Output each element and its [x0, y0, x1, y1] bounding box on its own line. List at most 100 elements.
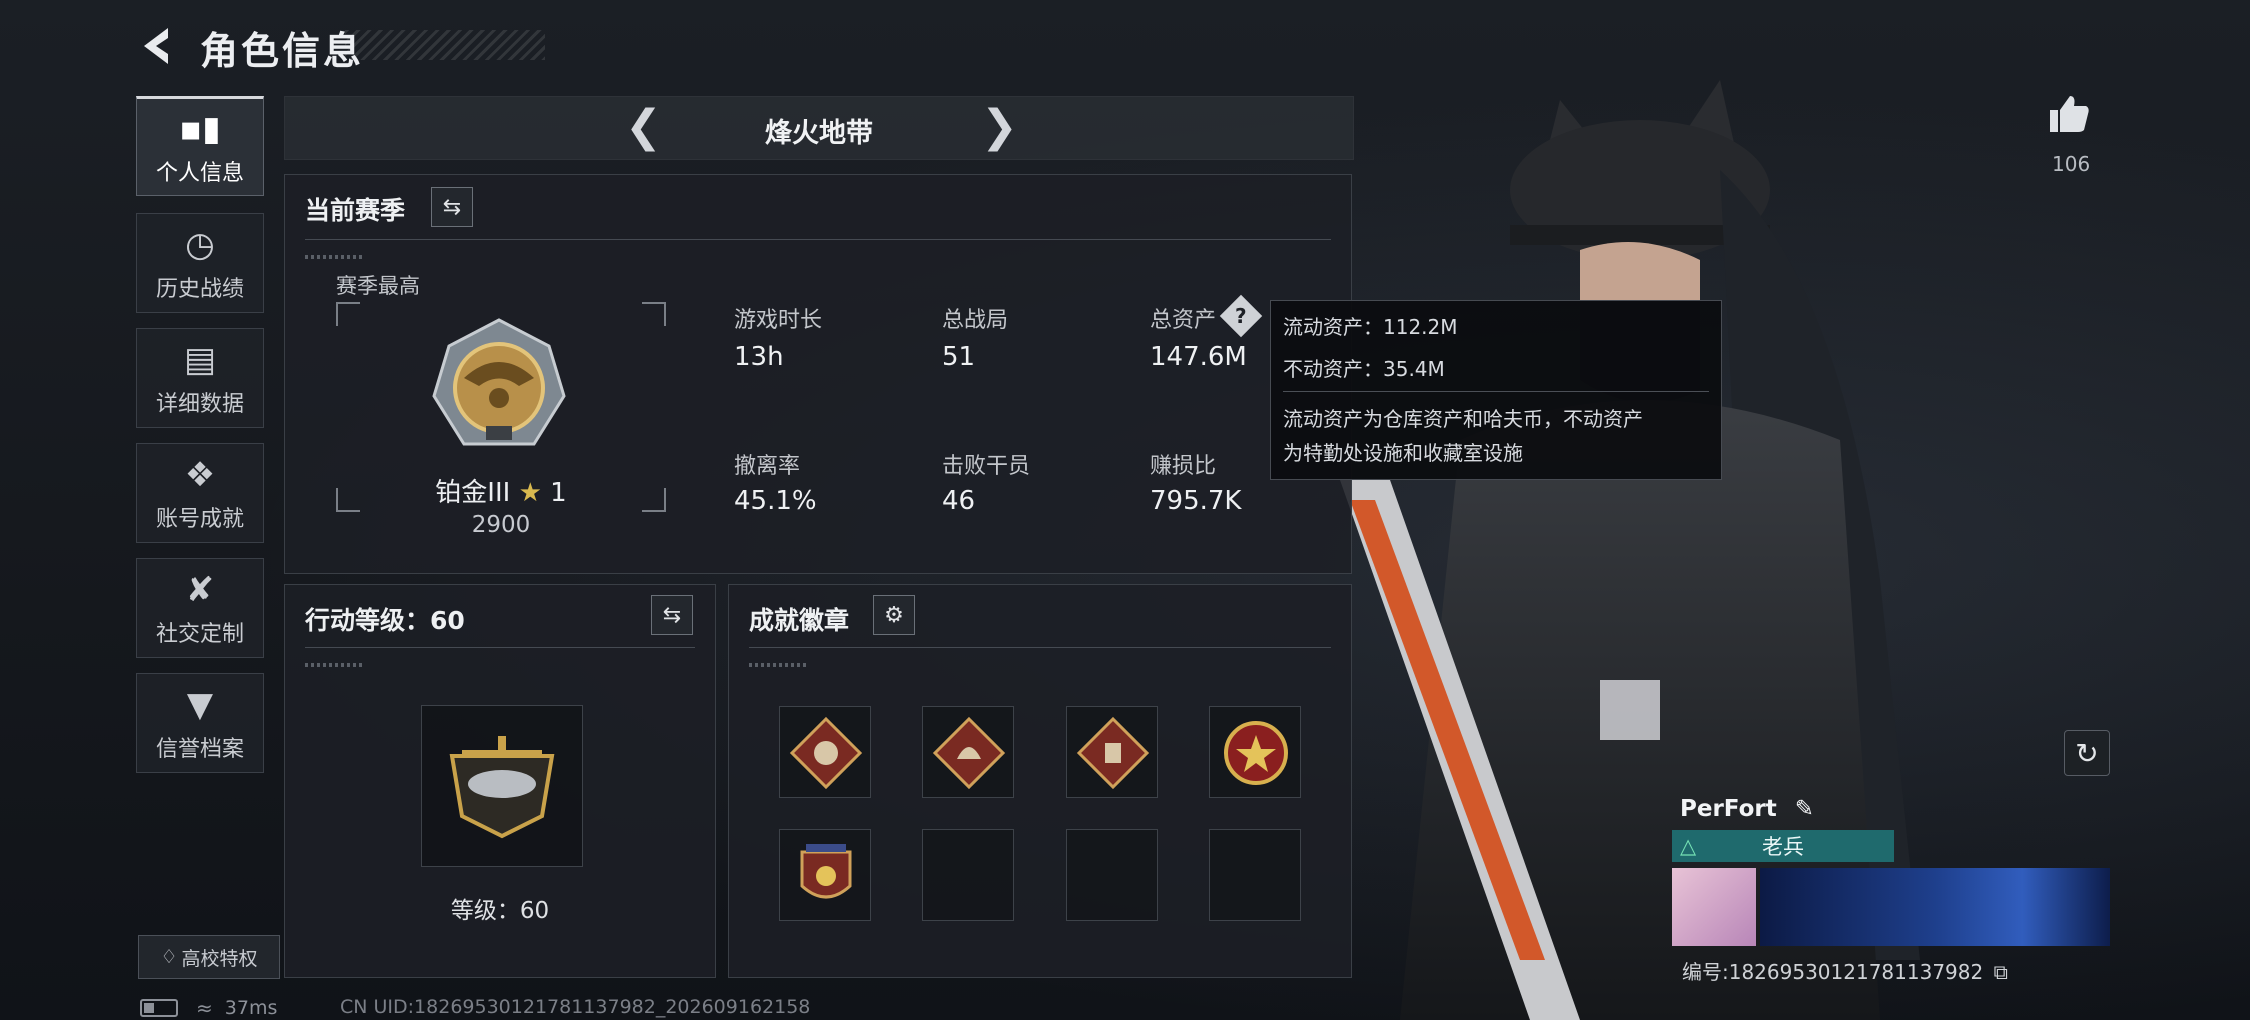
stat-value-extract-rate: 45.1%: [734, 486, 817, 516]
thumbs-up-icon[interactable]: [2046, 92, 2092, 138]
triangle-rank-icon: △: [1680, 834, 1697, 858]
badge-slot[interactable]: [779, 829, 871, 921]
level-emblem-icon: [449, 736, 555, 839]
player-id: 编号:1826953012178113798​2: [1682, 960, 1984, 984]
rank-tag-label: 老兵: [1762, 835, 1804, 859]
like-count: 106: [2052, 152, 2091, 176]
player-name-row: PerFort ✎: [1680, 796, 1814, 822]
badge-slot[interactable]: [1066, 706, 1158, 798]
battery-icon: [140, 999, 178, 1017]
campus-icon: ♢: [160, 946, 178, 968]
level-emblem-frame: [421, 705, 583, 867]
badge-slot[interactable]: [922, 706, 1014, 798]
stat-label-total-assets: 总资产: [1150, 308, 1217, 333]
runner-badge-icon: [1076, 716, 1150, 790]
edit-pencil-icon[interactable]: ✎: [1795, 796, 1814, 822]
stat-value-matches: 51: [942, 342, 976, 372]
rank-emblem-icon: [432, 318, 566, 446]
bar-chart-icon: ▪▮: [179, 109, 221, 149]
sidebar-item-label: 历史战绩: [155, 277, 244, 302]
sidebar-item-personal-info[interactable]: ▪▮ 个人信息: [136, 96, 264, 196]
copy-icon[interactable]: ⧉: [1994, 960, 2008, 984]
level-text: 等级：60: [450, 898, 550, 924]
profile-banner[interactable]: [1760, 868, 2110, 946]
rank-stars: 1: [550, 478, 567, 508]
stat-label-matches: 总战局: [942, 308, 1009, 333]
divider: [749, 647, 1331, 648]
history-clock-icon: ◷: [185, 225, 215, 265]
wifi-icon: ≈: [196, 996, 213, 1020]
wolf-badge-icon: [789, 716, 863, 790]
level-switch-button[interactable]: ⇆: [651, 595, 693, 635]
sidebar-item-detailed-data[interactable]: ▤ 详细数据: [136, 328, 264, 428]
dragon-badge-icon: [932, 716, 1006, 790]
stat-label-extract-rate: 撤离率: [734, 454, 801, 479]
next-mode-arrow-icon[interactable]: ❯: [981, 105, 1018, 149]
title-decoration: [345, 30, 545, 60]
frame-corner: [336, 302, 360, 326]
sidebar-item-label: 信誉档案: [155, 737, 244, 762]
stat-label-profit-ratio: 赚损比: [1150, 454, 1217, 479]
badge-slot-empty[interactable]: [922, 829, 1014, 921]
player-id-row: 编号:1826953012178113798​2 ⧉: [1682, 956, 2008, 985]
stat-value-playtime: 13h: [734, 342, 784, 372]
badge-slot-empty[interactable]: [1066, 829, 1158, 921]
assets-tooltip: 流动资产：112.2M 不动资产：35.4M 流动资产为仓库资产和哈夫币，不动资…: [1270, 300, 1722, 480]
action-level-panel: 行动等级：60 ⇆ 等级：60: [284, 584, 716, 978]
stat-label-kills: 击败干员: [942, 454, 1031, 479]
avatar[interactable]: [1672, 868, 1756, 946]
divider: [305, 239, 1331, 240]
reputation-icon: ▼: [186, 685, 214, 725]
stat-value-total-assets: 147.6M: [1150, 342, 1247, 372]
divider-dots: [749, 663, 809, 667]
season-title: 当前赛季: [305, 196, 406, 225]
tooltip-divider: [1283, 391, 1709, 392]
sidebar-item-social[interactable]: ✘ 社交定制: [136, 558, 264, 658]
rank-name: 铂金III: [435, 478, 511, 508]
swap-icon: ⇆: [442, 194, 462, 220]
badge-slot[interactable]: [1209, 706, 1301, 798]
tools-icon: ✘: [185, 570, 215, 610]
star-icon: ★: [518, 478, 542, 508]
sidebar-item-label: 社交定制: [155, 622, 244, 647]
ping-text: 37ms: [224, 997, 278, 1019]
frame-corner: [642, 302, 666, 326]
mode-title: 烽火地带: [765, 118, 873, 149]
badge-slot[interactable]: [779, 706, 871, 798]
divider-dots: [305, 255, 365, 259]
shield-badge-icon: [800, 844, 852, 899]
swap-icon: ⇆: [662, 602, 682, 628]
achievement-title: 成就徽章: [749, 606, 850, 635]
campus-label: 高校特权: [181, 947, 258, 970]
uid-text: CN UID:1826953012178113798​2_20260916215…: [340, 996, 811, 1018]
star-medal-icon: [1224, 721, 1288, 785]
rank-tag: △ 老兵: [1672, 830, 1894, 862]
sidebar-item-achievements[interactable]: ❖ 账号成就: [136, 443, 264, 543]
divider-dots: [305, 663, 365, 667]
status-bar: ≈ 37ms: [140, 996, 277, 1020]
divider: [305, 647, 695, 648]
rank-label-row: 铂金III ★ 1: [336, 472, 666, 509]
sidebar-item-label: 账号成就: [155, 507, 244, 532]
tooltip-description-1: 流动资产为仓库资产和哈夫币，不动资产: [1283, 407, 1643, 431]
stat-value-kills: 46: [942, 486, 976, 516]
back-arrow-icon[interactable]: [136, 22, 176, 70]
sidebar-item-label: 个人信息: [155, 161, 244, 186]
action-level-title: 行动等级：60: [305, 606, 465, 635]
sidebar-item-reputation[interactable]: ▼ 信誉档案: [136, 673, 264, 773]
sidebar-item-history[interactable]: ◷ 历史战绩: [136, 213, 264, 313]
badge-slot-empty[interactable]: [1209, 829, 1301, 921]
season-switch-button[interactable]: ⇆: [431, 187, 473, 227]
tooltip-liquid-assets: 流动资产：112.2M: [1283, 315, 1458, 339]
folder-icon: ▤: [183, 340, 217, 380]
mode-selector: ❮ 烽火地带 ❯: [284, 96, 1354, 160]
campus-privilege-button[interactable]: ♢ 高校特权: [138, 935, 280, 979]
achievement-settings-button[interactable]: ⚙: [873, 595, 915, 635]
tooltip-description-2: 为特勤处设施和收藏室设施: [1283, 441, 1523, 465]
season-best-label: 赛季最高: [336, 274, 420, 298]
achievement-icon: ❖: [184, 455, 216, 495]
rank-score: 2900: [471, 512, 531, 538]
rotate-refresh-button[interactable]: ↻: [2064, 730, 2110, 776]
stat-value-profit-ratio: 795.7K: [1150, 486, 1242, 516]
gear-icon: ⚙: [884, 602, 904, 628]
